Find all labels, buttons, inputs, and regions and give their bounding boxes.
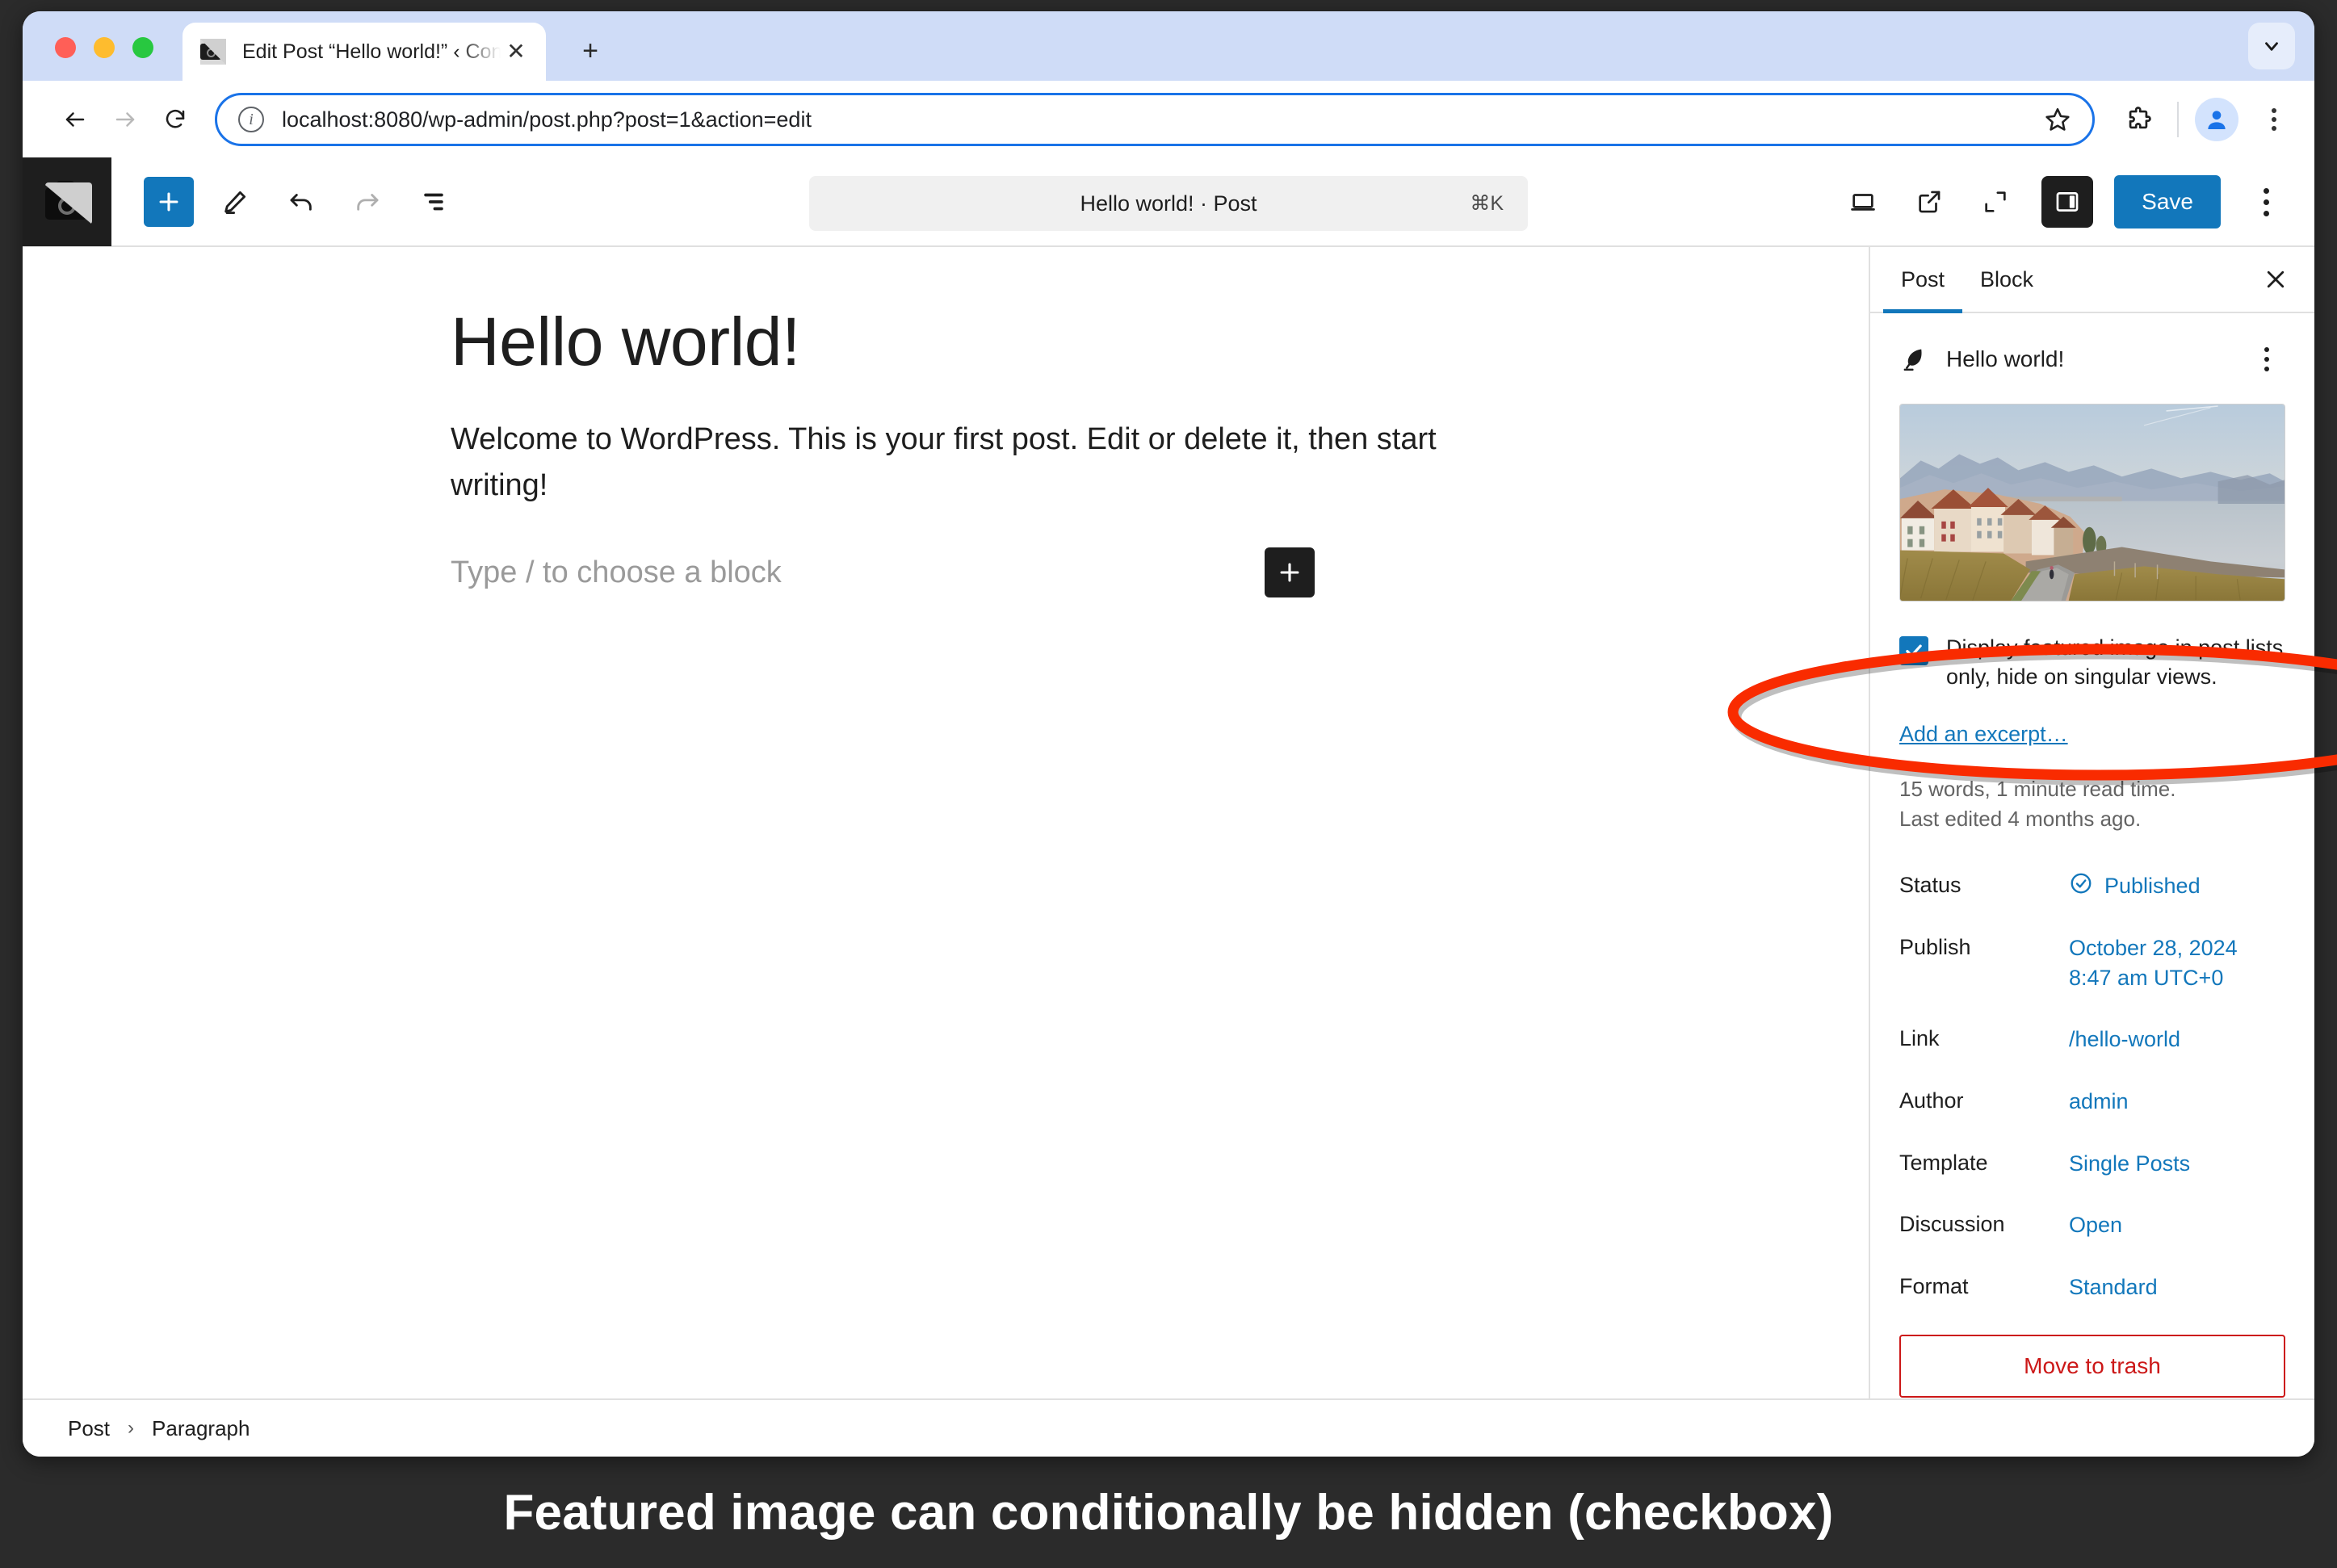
editor-body: Hello world! Welcome to WordPress. This … <box>23 247 2314 1398</box>
move-to-trash-button[interactable]: Move to trash <box>1899 1335 2285 1398</box>
row-link: Link /hello-world <box>1899 1025 2285 1054</box>
site-icon[interactable] <box>23 157 111 246</box>
redo-button[interactable] <box>342 177 392 227</box>
chrome-menu-icon[interactable] <box>2253 99 2295 140</box>
add-excerpt-link[interactable]: Add an excerpt… <box>1899 722 2068 747</box>
undo-button[interactable] <box>276 177 326 227</box>
document-title-bar[interactable]: Hello world! · Post ⌘K <box>809 176 1528 231</box>
row-publish: Publish October 28, 2024 8:47 am UTC+0 <box>1899 933 2285 992</box>
row-label-template: Template <box>1899 1149 2069 1176</box>
empty-block-placeholder[interactable]: Type / to choose a block <box>451 556 1265 590</box>
row-label-publish: Publish <box>1899 933 2069 960</box>
row-value-template[interactable]: Single Posts <box>2069 1149 2190 1179</box>
exit-fullscreen-icon[interactable] <box>1970 177 2020 227</box>
preview-desktop-icon[interactable] <box>1838 177 1888 227</box>
empty-block-row: Type / to choose a block <box>451 544 1492 601</box>
breadcrumb-post[interactable]: Post <box>68 1416 110 1441</box>
editor-header: Hello world! · Post ⌘K <box>23 158 2314 247</box>
featured-image-visibility-label[interactable]: Display featured image in post lists onl… <box>1946 634 2285 691</box>
new-tab-button[interactable]: + <box>572 32 609 69</box>
row-value-author[interactable]: admin <box>2069 1087 2129 1117</box>
row-format: Format Standard <box>1899 1272 2285 1302</box>
editor-header-left-tools <box>111 177 459 227</box>
save-button[interactable]: Save <box>2114 175 2221 228</box>
featured-image-visibility-checkbox[interactable] <box>1899 636 1928 665</box>
breadcrumb-separator: › <box>128 1417 134 1440</box>
row-value-status[interactable]: Published <box>2069 871 2201 901</box>
row-author: Author admin <box>1899 1087 2285 1117</box>
row-label-discussion: Discussion <box>1899 1210 2069 1237</box>
check-circle-icon <box>2069 871 2093 895</box>
desktop-background: Edit Post “Hello world!” ‹ Con ✕ + i loc… <box>0 0 2337 1568</box>
browser-toolbar: i localhost:8080/wp-admin/post.php?post=… <box>23 81 2314 158</box>
address-bar-input[interactable]: i localhost:8080/wp-admin/post.php?post=… <box>215 93 2095 146</box>
editor-options-menu-icon[interactable] <box>2247 179 2285 224</box>
row-value-format[interactable]: Standard <box>2069 1272 2158 1302</box>
extensions-icon[interactable] <box>2116 97 2161 142</box>
settings-sidebar-toggle[interactable] <box>2041 176 2093 228</box>
address-bar-url: localhost:8080/wp-admin/post.php?post=1&… <box>282 107 2044 132</box>
minimize-window-button[interactable] <box>94 37 115 58</box>
post-actions-menu-icon[interactable] <box>2248 338 2285 380</box>
back-button[interactable] <box>50 94 100 145</box>
row-value-publish[interactable]: October 28, 2024 8:47 am UTC+0 <box>2069 933 2238 992</box>
browser-tab[interactable]: Edit Post “Hello world!” ‹ Con ✕ <box>183 23 546 81</box>
browser-window: Edit Post “Hello world!” ‹ Con ✕ + i loc… <box>23 11 2314 1457</box>
toolbar-divider <box>2177 102 2179 137</box>
breadcrumb-paragraph[interactable]: Paragraph <box>152 1416 250 1441</box>
inline-block-inserter-button[interactable] <box>1265 547 1315 597</box>
row-label-link: Link <box>1899 1025 2069 1051</box>
profile-avatar[interactable] <box>2195 98 2238 141</box>
post-paragraph-block[interactable]: Welcome to WordPress. This is your first… <box>451 417 1492 509</box>
row-template: Template Single Posts <box>1899 1149 2285 1179</box>
tab-title: Edit Post “Hello world!” ‹ Con <box>242 40 501 64</box>
close-sidebar-icon[interactable] <box>2253 247 2298 312</box>
view-site-external-icon[interactable] <box>1904 177 1954 227</box>
sidebar-post-summary-row: Hello world! <box>1899 334 2285 384</box>
annotation-caption: Featured image can conditionally be hidd… <box>0 1457 2337 1568</box>
tab-post[interactable]: Post <box>1883 247 1962 312</box>
sidebar-post-title: Hello world! <box>1946 346 2248 372</box>
sidebar-tabs: Post Block <box>1870 247 2314 313</box>
editor-footer-breadcrumb: Post › Paragraph <box>23 1398 2314 1457</box>
document-title: Hello world! · Post <box>1080 191 1257 216</box>
edit-tool-button[interactable] <box>210 177 260 227</box>
bookmark-star-icon[interactable] <box>2044 106 2071 133</box>
featured-image-visibility-row: Display featured image in post lists onl… <box>1899 634 2285 691</box>
sidebar-content: Hello world! <box>1870 313 2314 1398</box>
row-status: Status Published <box>1899 871 2285 901</box>
forward-button[interactable] <box>100 94 150 145</box>
post-quill-icon <box>1899 346 1933 373</box>
row-value-link[interactable]: /hello-world <box>2069 1025 2180 1054</box>
row-label-author: Author <box>1899 1087 2069 1113</box>
site-info-icon[interactable]: i <box>238 107 264 132</box>
row-value-discussion[interactable]: Open <box>2069 1210 2122 1240</box>
last-edited-note: Last edited 4 months ago. <box>1899 804 2285 834</box>
editor-canvas[interactable]: Hello world! Welcome to WordPress. This … <box>23 247 1869 1398</box>
word-count-note: 15 words, 1 minute read time. <box>1899 774 2285 804</box>
status-value-text: Published <box>2104 871 2201 901</box>
reload-button[interactable] <box>150 94 200 145</box>
maximize-window-button[interactable] <box>132 37 153 58</box>
post-title[interactable]: Hello world! <box>451 304 1492 379</box>
featured-image-thumbnail[interactable] <box>1899 404 2285 602</box>
row-label-status: Status <box>1899 871 2069 898</box>
row-label-format: Format <box>1899 1272 2069 1299</box>
wordpress-editor: Hello world! · Post ⌘K <box>23 158 2314 1457</box>
tab-block[interactable]: Block <box>1962 247 2051 312</box>
tab-favicon-icon <box>200 39 226 65</box>
document-overview-button[interactable] <box>409 177 459 227</box>
post-settings-sidebar: Post Block Hello world! <box>1869 247 2314 1398</box>
close-window-button[interactable] <box>55 37 76 58</box>
row-discussion: Discussion Open <box>1899 1210 2285 1240</box>
tab-close-icon[interactable]: ✕ <box>501 36 531 67</box>
post-stats-notes: 15 words, 1 minute read time. Last edite… <box>1899 774 2285 834</box>
chevron-down-icon[interactable] <box>2248 23 2295 69</box>
browser-tab-strip: Edit Post “Hello world!” ‹ Con ✕ + <box>23 11 2314 81</box>
editor-header-right-tools: Save <box>1827 175 2314 228</box>
block-inserter-button[interactable] <box>144 177 194 227</box>
command-shortcut-hint: ⌘K <box>1470 191 1504 216</box>
window-traffic-lights <box>55 37 153 58</box>
